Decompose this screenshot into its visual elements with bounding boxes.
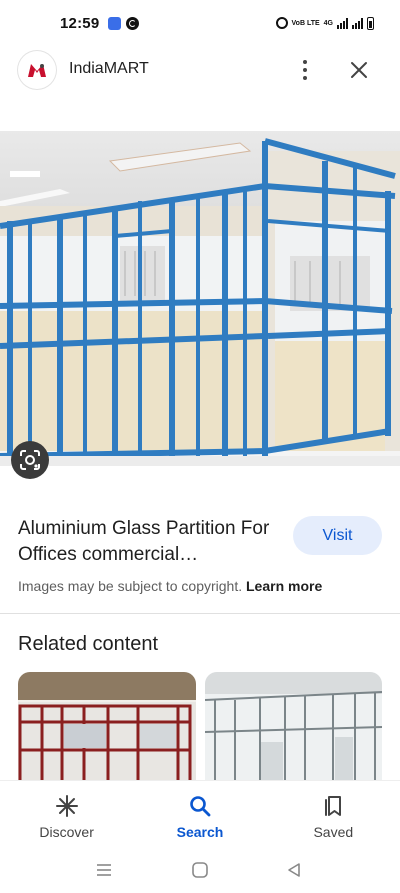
copyright-notice: Images may be subject to copyright. Lear… [18, 578, 322, 594]
more-dot-icon [303, 76, 307, 80]
battery-icon [367, 16, 374, 30]
network-type: 4G [323, 19, 333, 27]
site-logo [18, 51, 56, 89]
partition-photo [0, 131, 400, 466]
nav-discover[interactable]: Discover [0, 781, 133, 851]
learn-more-link[interactable]: Learn more [246, 578, 322, 594]
related-image-card[interactable] [205, 672, 382, 792]
related-image-thumbnail [205, 672, 382, 792]
more-dot-icon [303, 68, 307, 72]
system-navigation-bar [0, 851, 400, 893]
meet-icon [108, 16, 122, 30]
notification-icons [108, 16, 140, 30]
nav-search[interactable]: Search [133, 781, 266, 851]
status-indicators: VoB LTE 4G [275, 16, 374, 30]
result-title[interactable]: Aluminium Glass Partition For Offices co… [18, 516, 280, 568]
alarm-icon [275, 17, 288, 29]
visit-button[interactable]: Visit [293, 516, 382, 555]
copyright-text: Images may be subject to copyright. [18, 578, 243, 594]
more-options-button[interactable] [292, 56, 318, 84]
related-image-thumbnail [18, 672, 196, 792]
asterisk-icon [55, 795, 78, 817]
home-icon[interactable] [191, 861, 209, 879]
signal-icon [337, 17, 348, 29]
lens-search-button[interactable] [11, 441, 49, 479]
network-label: VoB LTE [291, 19, 320, 27]
bookmarks-icon [325, 796, 342, 816]
back-icon[interactable] [285, 861, 303, 879]
recent-apps-icon[interactable] [95, 861, 113, 879]
nav-saved[interactable]: Saved [267, 781, 400, 851]
nav-saved-label: Saved [313, 824, 354, 840]
related-image-card[interactable] [18, 672, 196, 792]
status-time: 12:59 [60, 14, 100, 32]
related-content-heading: Related content [18, 633, 159, 655]
nav-search-label: Search [176, 824, 224, 840]
divider [0, 613, 400, 614]
status-bar: 12:59 VoB LTE 4G [0, 0, 400, 46]
page-header: IndiaMART [0, 46, 400, 96]
signal-icon-2 [352, 17, 363, 29]
g-app-icon [126, 16, 140, 30]
more-dot-icon [303, 60, 307, 64]
bottom-navigation: Discover Search Saved [0, 781, 400, 851]
site-name: IndiaMART [69, 60, 149, 77]
indiamart-logo-icon [28, 64, 46, 77]
search-icon [190, 796, 211, 817]
close-button[interactable] [346, 57, 372, 83]
nav-discover-label: Discover [39, 824, 94, 840]
lens-icon [20, 450, 40, 470]
result-image[interactable] [0, 131, 400, 466]
